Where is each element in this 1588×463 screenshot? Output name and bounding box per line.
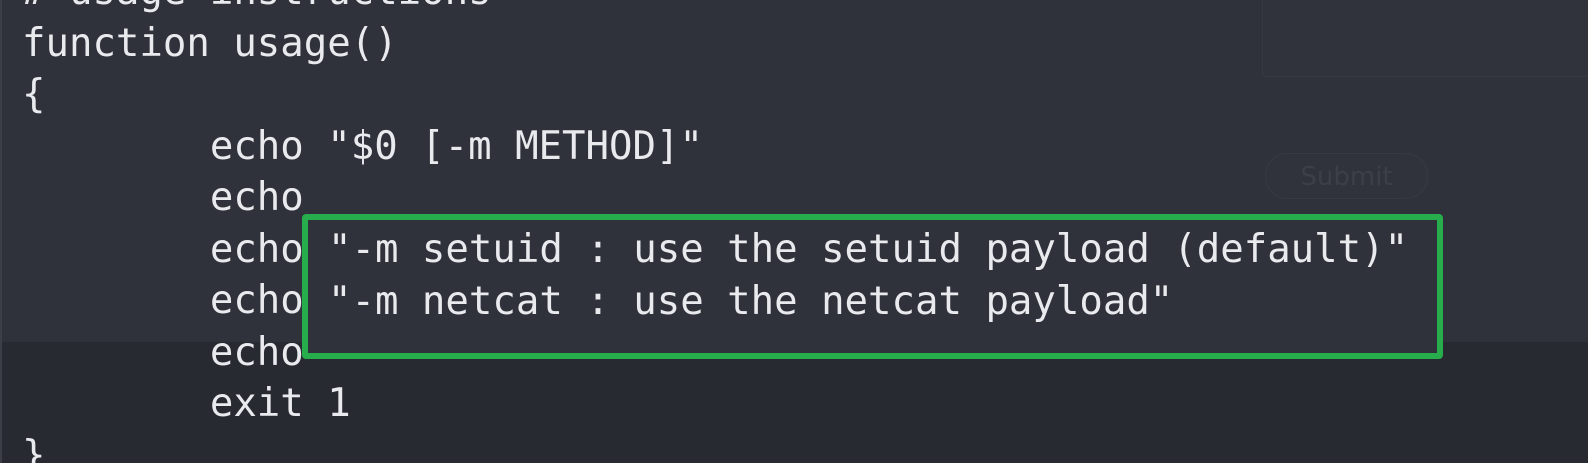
code-line-comment: # usage instructions	[22, 0, 703, 18]
left-border	[0, 0, 2, 463]
code-line-exit: exit 1	[22, 381, 351, 426]
screenshot-view: Submit # usage instructions function usag…	[0, 0, 1588, 463]
submit-button[interactable]: Submit	[1265, 153, 1428, 199]
code-line-close-brace: }	[22, 432, 46, 463]
code-line-open-brace: {	[22, 72, 46, 117]
highlight-line-netcat: "-m netcat : use the netcat payload"	[328, 278, 1174, 324]
code-line-echo-method: echo "$0 [-m METHOD]"	[22, 123, 703, 169]
highlighted-code: "-m setuid : use the setuid payload (def…	[328, 224, 1408, 327]
faint-input-panel	[1262, 0, 1588, 77]
code-line-function: function usage()	[22, 20, 398, 66]
highlight-line-setuid: "-m setuid : use the setuid payload (def…	[328, 227, 1409, 272]
